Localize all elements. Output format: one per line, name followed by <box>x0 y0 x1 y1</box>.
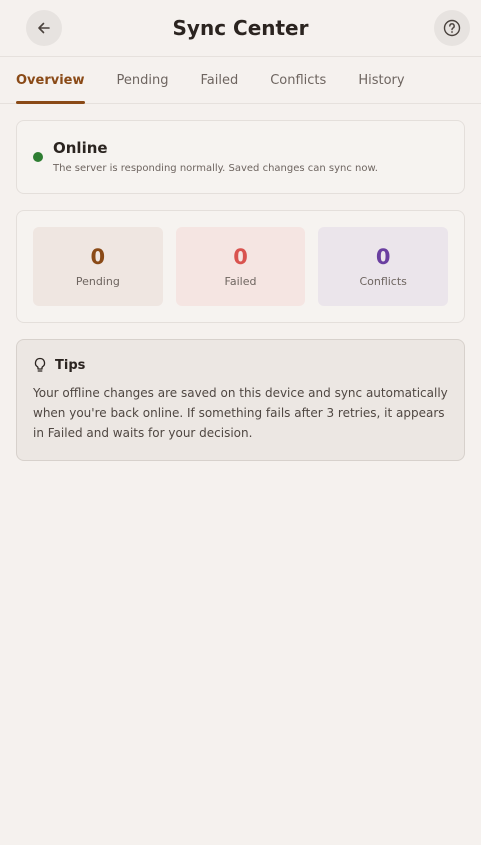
tab-failed[interactable]: Failed <box>200 57 238 103</box>
failed-count-box[interactable]: 0 Failed <box>175 227 306 306</box>
status-indicator-dot <box>33 152 43 162</box>
tips-body: Your offline changes are saved on this d… <box>33 386 448 440</box>
lightbulb-icon <box>34 357 46 372</box>
status-card: Online The server is responding normally… <box>16 120 465 194</box>
failed-count-value: 0 <box>233 245 248 269</box>
status-text: Online The server is responding normally… <box>53 139 378 174</box>
tab-bar: Overview Pending Failed Conflicts Histor… <box>0 56 481 104</box>
counts-card: 0 Pending 0 Failed 0 Conflicts <box>16 210 465 323</box>
tab-conflicts[interactable]: Conflicts <box>270 57 326 103</box>
tab-pending[interactable]: Pending <box>117 57 169 103</box>
tips-header: Tips <box>33 357 448 373</box>
arrow-left-icon <box>38 22 50 34</box>
pending-count-box[interactable]: 0 Pending <box>33 227 163 306</box>
page-title: Sync Center <box>172 16 309 40</box>
tab-history[interactable]: History <box>358 57 404 103</box>
help-button[interactable] <box>434 10 470 46</box>
pending-count-value: 0 <box>90 245 106 269</box>
app-header: Sync Center <box>0 0 481 56</box>
pending-count-label: Pending <box>75 275 120 288</box>
tab-overview[interactable]: Overview <box>16 57 85 104</box>
failed-count-label: Failed <box>224 275 257 288</box>
tips-card: Tips Your offline changes are saved on t… <box>16 339 465 461</box>
back-button[interactable] <box>26 10 62 46</box>
status-description: The server is responding normally. Saved… <box>53 163 378 174</box>
tips-title: Tips <box>55 357 86 373</box>
conflicts-count-box[interactable]: 0 Conflicts <box>318 227 449 306</box>
status-title: Online <box>53 139 108 157</box>
conflicts-count-label: Conflicts <box>359 275 407 288</box>
conflicts-count-value: 0 <box>375 245 391 269</box>
help-circle-icon <box>443 19 461 37</box>
